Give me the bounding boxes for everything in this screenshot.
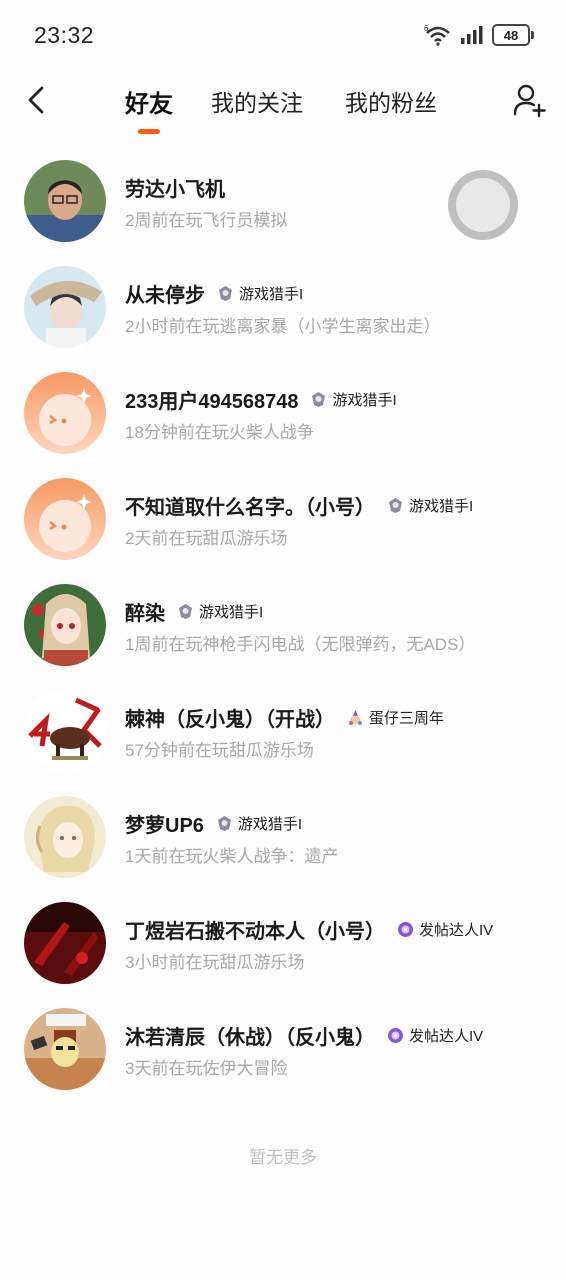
avatar[interactable] xyxy=(24,584,106,666)
name-row: 从未停步 游戏猎手I xyxy=(125,278,303,308)
hunter-badge-icon xyxy=(219,285,232,301)
badge-label: 游戏猎手I xyxy=(239,285,304,303)
tab-bar: 好友 我的关注 我的粉丝 xyxy=(0,70,566,140)
avatar[interactable] xyxy=(24,690,106,772)
poster-badge-icon xyxy=(398,921,413,937)
hunter-badge-icon xyxy=(389,497,402,513)
friend-status: 57分钟前在玩甜瓜游乐场 xyxy=(125,741,314,760)
active-tab-indicator xyxy=(138,129,160,134)
poster-badge-icon xyxy=(388,1027,403,1043)
friend-name: 棘神（反小鬼）（开战） xyxy=(125,708,335,731)
friend-item[interactable]: 梦萝UP6 游戏猎手I 1天前在玩火柴人战争：遗产 xyxy=(0,784,566,890)
tab-following[interactable]: 我的关注 xyxy=(211,84,303,118)
friend-name: 梦萝UP6 xyxy=(125,814,204,837)
tab-fans[interactable]: 我的粉丝 xyxy=(345,84,437,118)
friend-name: 醉染 xyxy=(125,602,165,625)
friend-name: 不知道取什么名字。（小号） xyxy=(125,496,375,519)
anniversary-badge-icon xyxy=(349,709,362,725)
badge: 游戏猎手I xyxy=(217,283,303,304)
friend-status: 1天前在玩火柴人战争：遗产 xyxy=(125,847,339,866)
avatar[interactable] xyxy=(24,266,106,348)
friend-item[interactable]: 劳达小飞机 2周前在玩飞行员模拟 xyxy=(0,148,566,254)
avatar[interactable] xyxy=(24,796,106,878)
badge: 发帖达人IV xyxy=(397,919,493,940)
badge: 发帖达人IV xyxy=(387,1025,483,1046)
badge-label: 蛋仔三周年 xyxy=(369,709,445,727)
name-row: 醉染 游戏猎手I xyxy=(125,596,263,626)
floating-assist-button[interactable] xyxy=(448,170,518,240)
badge-label: 发帖达人IV xyxy=(419,921,494,939)
svg-text:6: 6 xyxy=(424,24,429,33)
name-row: 不知道取什么名字。（小号） 游戏猎手I xyxy=(125,490,473,520)
friend-status: 2周前在玩飞行员模拟 xyxy=(125,211,288,230)
friend-status: 18分钟前在玩火柴人战争 xyxy=(125,423,314,442)
friend-item[interactable]: 丁煜岩石搬不动本人（小号） 发帖达人IV 3小时前在玩甜瓜游乐场 xyxy=(0,890,566,996)
friend-name: 丁煜岩石搬不动本人（小号） xyxy=(125,920,385,943)
avatar[interactable] xyxy=(24,478,106,560)
status-time: 23:32 xyxy=(34,22,95,48)
no-more-text: 暂无更多 xyxy=(249,1148,317,1167)
friend-status: 2小时前在玩逃离家暴（小学生离家出走） xyxy=(125,317,441,336)
hunter-badge-icon xyxy=(217,815,231,831)
hunter-badge-icon xyxy=(312,391,326,407)
friend-item[interactable]: 不知道取什么名字。（小号） 游戏猎手I 2天前在玩甜瓜游乐场 xyxy=(0,466,566,572)
name-row: 沐若清辰（休战）（反小鬼） 发帖达人IV xyxy=(125,1020,483,1050)
header: 好友 我的关注 我的粉丝 xyxy=(0,70,566,140)
friend-status: 1周前在玩神枪手闪电战（无限弹药，无ADS） xyxy=(125,635,476,654)
friend-name: 从未停步 xyxy=(125,284,205,307)
friend-status: 3小时前在玩甜瓜游乐场 xyxy=(125,953,305,972)
avatar[interactable] xyxy=(24,372,106,454)
badge: 游戏猎手I xyxy=(177,601,263,622)
badge-label: 游戏猎手I xyxy=(332,391,397,409)
avatar[interactable] xyxy=(24,160,106,242)
friend-item[interactable]: 沐若清辰（休战）（反小鬼） 发帖达人IV 3天前在玩佐伊大冒险 xyxy=(0,996,566,1102)
badge: 蛋仔三周年 xyxy=(347,707,444,728)
badge-label: 游戏猎手I xyxy=(199,603,264,621)
badge: 游戏猎手I xyxy=(387,495,473,516)
status-bar: 23:32 6 48 xyxy=(0,0,566,70)
name-row: 丁煜岩石搬不动本人（小号） 发帖达人IV xyxy=(125,914,493,944)
friend-status: 3天前在玩佐伊大冒险 xyxy=(125,1059,288,1078)
hunter-badge-icon xyxy=(179,603,192,619)
badge-label: 发帖达人IV xyxy=(409,1027,484,1045)
friend-item[interactable]: 从未停步 游戏猎手I 2小时前在玩逃离家暴（小学生离家出走） xyxy=(0,254,566,360)
name-row: 梦萝UP6 游戏猎手I xyxy=(125,808,302,838)
wifi-icon: 6 xyxy=(424,24,450,46)
status-icons: 6 48 xyxy=(424,22,534,48)
friend-item[interactable]: 棘神（反小鬼）（开战） 蛋仔三周年 57分钟前在玩甜瓜游乐场 xyxy=(0,678,566,784)
name-row: 棘神（反小鬼）（开战） 蛋仔三周年 xyxy=(125,702,444,732)
tab-friends[interactable]: 好友 xyxy=(125,84,173,119)
add-friend-icon[interactable] xyxy=(512,82,546,118)
signal-icon xyxy=(461,26,483,44)
avatar[interactable] xyxy=(24,902,106,984)
friend-name: 沐若清辰（休战）（反小鬼） xyxy=(125,1026,375,1049)
friend-status: 2天前在玩甜瓜游乐场 xyxy=(125,529,288,548)
badge-label: 游戏猎手I xyxy=(237,815,303,833)
avatar[interactable] xyxy=(24,1008,106,1090)
friend-item[interactable]: 233用户494568748 游戏猎手I 18分钟前在玩火柴人战争 xyxy=(0,360,566,466)
friend-name: 劳达小飞机 xyxy=(125,178,225,201)
name-row: 233用户494568748 游戏猎手I xyxy=(125,384,397,414)
battery-icon: 48 xyxy=(492,24,534,46)
battery-level: 48 xyxy=(503,27,519,43)
friend-item[interactable]: 醉染 游戏猎手I 1周前在玩神枪手闪电战（无限弹药，无ADS） xyxy=(0,572,566,678)
name-row: 劳达小飞机 xyxy=(125,172,225,202)
badge-label: 游戏猎手I xyxy=(409,497,474,515)
friend-name: 233用户494568748 xyxy=(125,390,299,413)
badge: 游戏猎手I xyxy=(310,389,397,410)
badge: 游戏猎手I xyxy=(216,813,302,834)
